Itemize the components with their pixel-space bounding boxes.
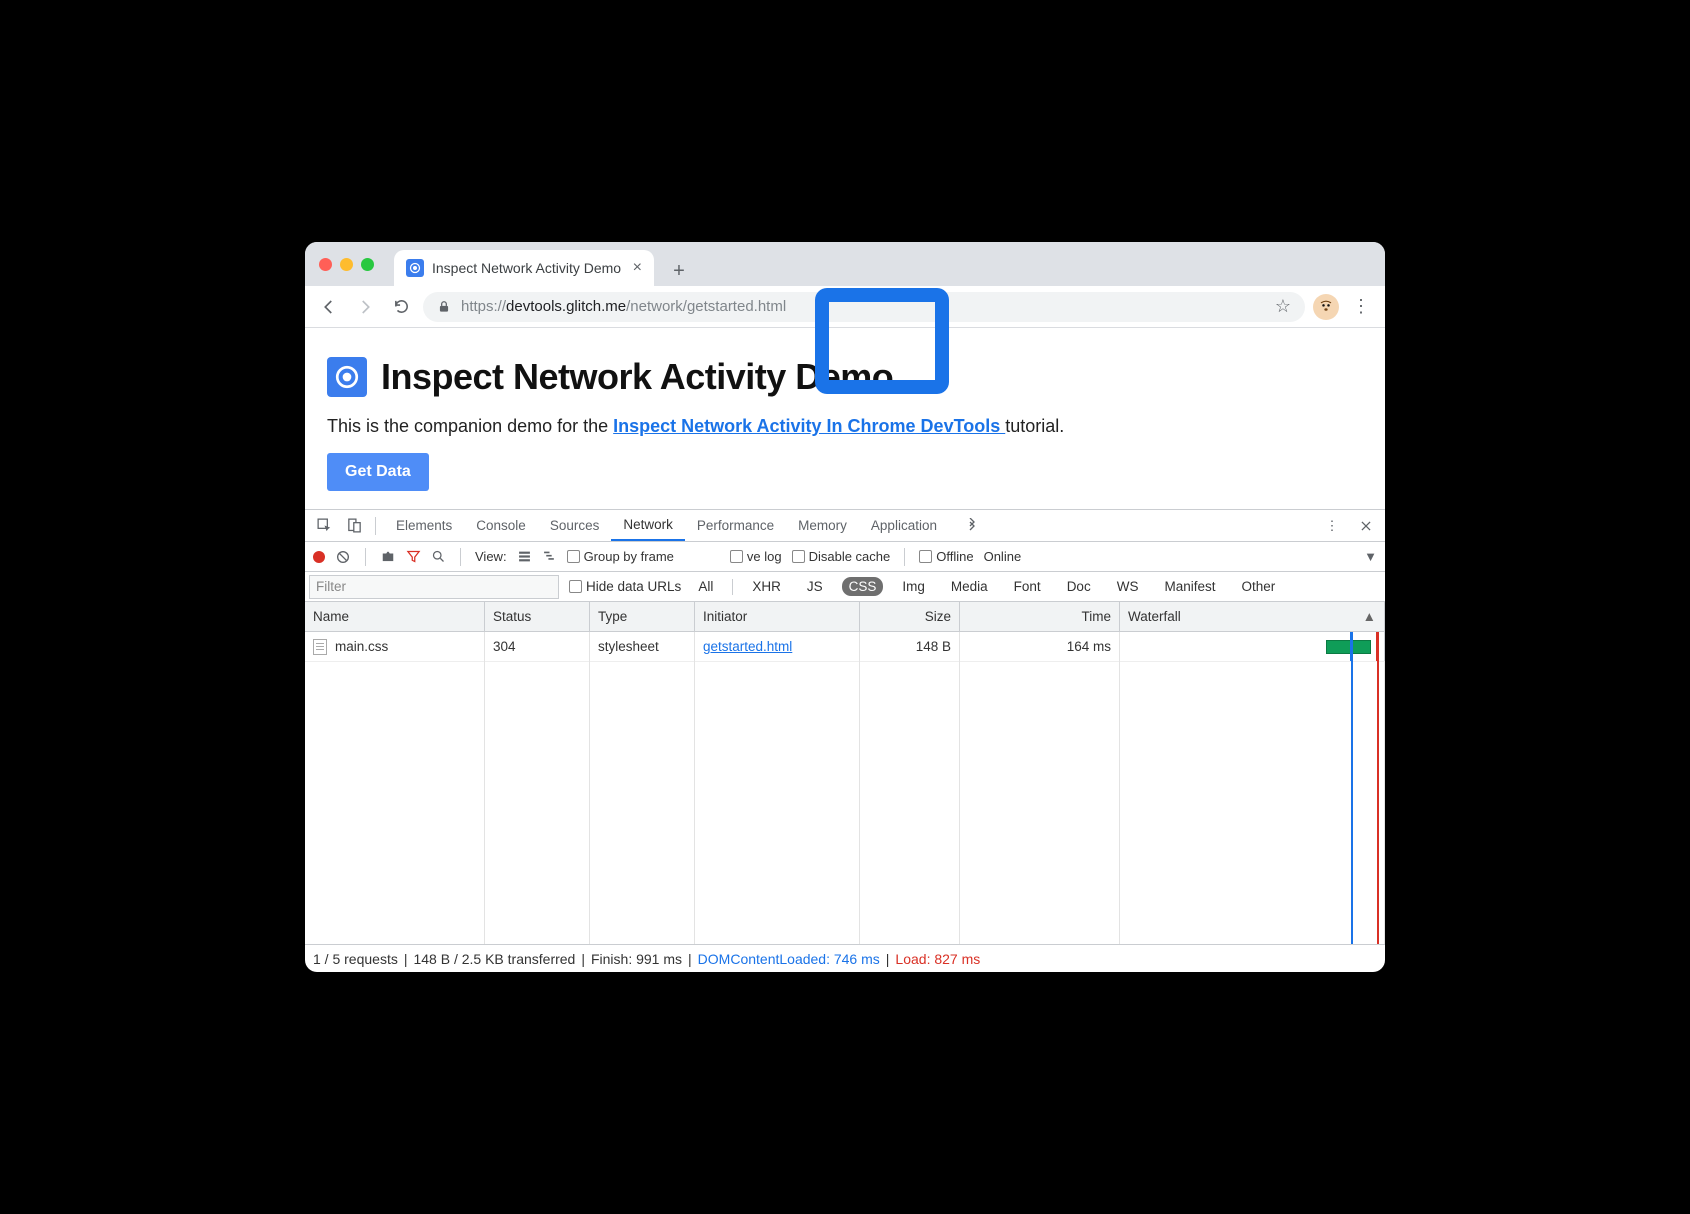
get-data-button[interactable]: Get Data xyxy=(327,453,429,491)
filter-input[interactable]: Filter xyxy=(309,575,559,599)
devtools-tab-performance[interactable]: Performance xyxy=(685,510,786,541)
view-label: View: xyxy=(475,549,507,564)
col-type[interactable]: Type xyxy=(590,602,695,631)
network-filter-bar: Filter Hide data URLs All XHR JS CSS Img Medi… xyxy=(305,572,1385,602)
record-button[interactable] xyxy=(313,551,325,563)
device-toolbar-icon[interactable] xyxy=(341,513,367,539)
filter-type-ws[interactable]: WS xyxy=(1110,577,1146,596)
filter-icon[interactable] xyxy=(406,549,421,564)
initiator-link[interactable]: getstarted.html xyxy=(703,639,792,654)
status-transferred: 148 B / 2.5 KB transferred xyxy=(413,951,575,967)
col-initiator[interactable]: Initiator xyxy=(695,602,860,631)
devtools-panel: ElementsConsoleSourcesNetworkPerformance… xyxy=(305,509,1385,972)
tutorial-link[interactable]: Inspect Network Activity In Chrome DevTo… xyxy=(613,416,1005,436)
filter-type-all[interactable]: All xyxy=(691,577,720,596)
page-content: Inspect Network Activity Demo This is th… xyxy=(305,328,1385,509)
large-rows-icon[interactable] xyxy=(517,550,532,563)
devtools-tab-application[interactable]: Application xyxy=(859,510,949,541)
filter-type-font[interactable]: Font xyxy=(1007,577,1048,596)
filter-type-js[interactable]: JS xyxy=(800,577,830,596)
tab-strip: Inspect Network Activity Demo × + xyxy=(305,242,1385,286)
table-body: main.css 304 stylesheet getstarted.html … xyxy=(305,632,1385,944)
group-by-frame-checkbox[interactable] xyxy=(567,550,580,563)
table-header: Name Status Type Initiator Size Time Wat… xyxy=(305,602,1385,632)
filter-type-img[interactable]: Img xyxy=(895,577,932,596)
offline-checkbox[interactable] xyxy=(919,550,932,563)
online-label[interactable]: Online xyxy=(984,549,1022,564)
filter-type-manifest[interactable]: Manifest xyxy=(1157,577,1222,596)
preserve-log-label: ve log xyxy=(747,549,782,564)
inspect-element-icon[interactable] xyxy=(311,513,337,539)
col-size[interactable]: Size xyxy=(860,602,960,631)
offline-label: Offline xyxy=(936,549,973,564)
devtools-status-bar: 1 / 5 requests | 148 B / 2.5 KB transfer… xyxy=(305,944,1385,972)
col-waterfall[interactable]: Waterfall▲ xyxy=(1120,602,1385,631)
browser-menu-icon[interactable]: ⋮ xyxy=(1347,293,1375,321)
network-table: Name Status Type Initiator Size Time Wat… xyxy=(305,602,1385,944)
hide-data-urls-label: Hide data URLs xyxy=(586,579,681,594)
search-icon[interactable] xyxy=(431,549,446,564)
url-input[interactable]: https://devtools.glitch.me/network/getst… xyxy=(423,292,1305,322)
window-controls xyxy=(319,242,394,286)
throttling-dropdown-icon[interactable]: ▼ xyxy=(1364,549,1377,564)
browser-window: Inspect Network Activity Demo × + https:… xyxy=(305,242,1385,972)
devtools-menu-icon[interactable]: ⋮ xyxy=(1319,513,1345,539)
status-requests: 1 / 5 requests xyxy=(313,951,398,967)
devtools-close-icon[interactable] xyxy=(1353,513,1379,539)
new-tab-button[interactable]: + xyxy=(664,256,694,286)
page-logo-icon xyxy=(327,357,367,397)
devtools-tab-bar: ElementsConsoleSourcesNetworkPerformance… xyxy=(305,510,1385,542)
page-intro: This is the companion demo for the Inspe… xyxy=(327,416,1363,437)
file-icon xyxy=(313,639,327,655)
minimize-window-button[interactable] xyxy=(340,258,353,271)
favicon-icon xyxy=(406,259,424,277)
lock-icon xyxy=(437,300,451,314)
filter-type-xhr[interactable]: XHR xyxy=(745,577,788,596)
disable-cache-label: Disable cache xyxy=(809,549,891,564)
hide-data-urls-checkbox[interactable] xyxy=(569,580,582,593)
status-dcl: DOMContentLoaded: 746 ms xyxy=(698,951,880,967)
bookmark-icon[interactable]: ☆ xyxy=(1275,296,1291,317)
forward-button[interactable] xyxy=(351,293,379,321)
col-time[interactable]: Time xyxy=(960,602,1120,631)
close-window-button[interactable] xyxy=(319,258,332,271)
more-tabs-icon[interactable] xyxy=(959,513,985,539)
address-bar: https://devtools.glitch.me/network/getst… xyxy=(305,286,1385,328)
page-heading: Inspect Network Activity Demo xyxy=(327,356,1363,398)
devtools-tab-console[interactable]: Console xyxy=(464,510,538,541)
devtools-tab-network[interactable]: Network xyxy=(611,510,685,541)
col-name[interactable]: Name xyxy=(305,602,485,631)
status-finish: Finish: 991 ms xyxy=(591,951,682,967)
col-status[interactable]: Status xyxy=(485,602,590,631)
waterfall-overview-icon[interactable] xyxy=(542,550,557,563)
preserve-log-checkbox[interactable] xyxy=(730,550,743,563)
devtools-tab-elements[interactable]: Elements xyxy=(384,510,464,541)
reload-button[interactable] xyxy=(387,293,415,321)
maximize-window-button[interactable] xyxy=(361,258,374,271)
close-tab-icon[interactable]: × xyxy=(633,259,642,277)
clear-icon[interactable] xyxy=(335,549,351,565)
filter-type-other[interactable]: Other xyxy=(1234,577,1282,596)
browser-tab[interactable]: Inspect Network Activity Demo × xyxy=(394,250,654,286)
back-button[interactable] xyxy=(315,293,343,321)
capture-screenshots-icon[interactable] xyxy=(380,550,396,564)
filter-type-media[interactable]: Media xyxy=(944,577,995,596)
filter-type-css[interactable]: CSS xyxy=(842,577,884,596)
network-toolbar: View: Group by frame ve log Disable cach… xyxy=(305,542,1385,572)
profile-avatar[interactable] xyxy=(1313,294,1339,320)
filter-type-doc[interactable]: Doc xyxy=(1060,577,1098,596)
devtools-tab-memory[interactable]: Memory xyxy=(786,510,859,541)
disable-cache-checkbox[interactable] xyxy=(792,550,805,563)
url-text: https://devtools.glitch.me/network/getst… xyxy=(461,298,786,315)
status-load: Load: 827 ms xyxy=(895,951,980,967)
devtools-tab-sources[interactable]: Sources xyxy=(538,510,612,541)
tab-title: Inspect Network Activity Demo xyxy=(432,260,621,276)
group-by-frame-label: Group by frame xyxy=(584,549,674,564)
